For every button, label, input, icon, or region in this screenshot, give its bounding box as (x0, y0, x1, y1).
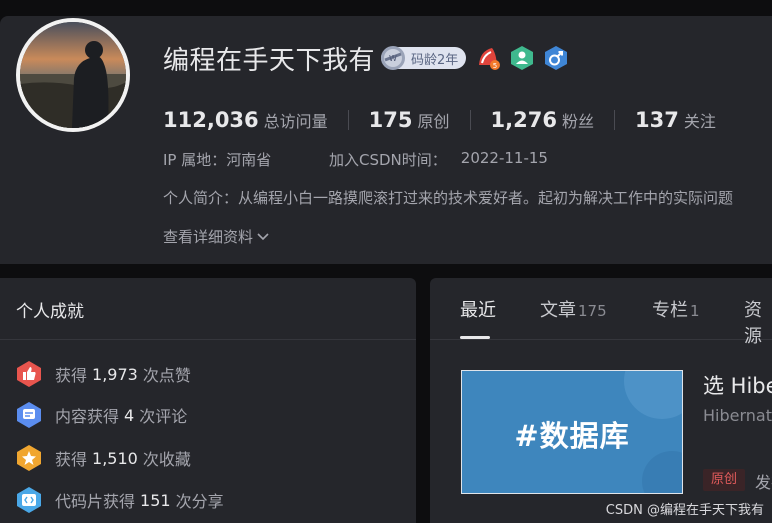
achievement-text: 代码片获得 (55, 492, 136, 511)
tab-label: 最近 (460, 300, 496, 321)
code-age-label: 码龄2年 (411, 52, 459, 68)
achievement-text: 内容获得 (55, 407, 120, 426)
view-details-label: 查看详细资料 (163, 228, 254, 246)
content-tabs: 最近 文章 175 专栏 1 资源 (430, 278, 772, 347)
thumb-up-icon (17, 361, 41, 387)
avatar[interactable] (16, 18, 130, 132)
profile-header: 编程在手天下我有 W 码龄2年 5 112,036 总访问量 175 原创 1,… (0, 16, 772, 264)
stat-divider (469, 110, 471, 130)
stat-number: 175 (368, 108, 413, 132)
stat-divider (613, 110, 615, 130)
achievements-title: 个人成就 (16, 302, 84, 322)
achievement-text: 获得 (55, 366, 88, 385)
chevron-down-icon (257, 232, 269, 240)
join-label: 加入CSDN时间： (329, 151, 447, 169)
achievement-count: 1,973 (92, 364, 138, 384)
content-card: 最近 文章 175 专栏 1 资源 #数据库 选 Hibernate Hiber… (430, 278, 772, 523)
achievement-count: 151 (140, 490, 171, 510)
stat-label: 关注 (683, 112, 716, 131)
name-row: 编程在手天下我有 W 码龄2年 5 (163, 42, 568, 76)
achievement-count: 4 (124, 405, 135, 425)
achievement-text: 次评论 (139, 407, 188, 426)
bio-text: 个人简介：从编程小白一路摸爬滚打过来的技术爱好者。起初为解决工作中的实际问题 (163, 189, 734, 207)
achievement-favorites: 获得 1,510 次收藏 (16, 444, 191, 472)
original-tag: 原创 (703, 469, 745, 491)
stat-label: 粉丝 (561, 112, 594, 131)
achievement-text: 次收藏 (142, 450, 191, 469)
watermark: CSDN @编程在手天下我有 (605, 503, 764, 518)
tab-count: 175 (578, 302, 607, 320)
achievement-count: 1,510 (92, 448, 138, 468)
star-icon (17, 445, 41, 471)
join-date: 2022-11-15 (460, 149, 548, 167)
tab-columns[interactable]: 专栏 1 (652, 296, 700, 322)
article-thumbnail[interactable]: #数据库 (461, 370, 683, 494)
stat-following[interactable]: 137 关注 (635, 108, 716, 132)
tab-count: 1 (690, 302, 700, 320)
profile-meta: IP 属地：河南省 加入CSDN时间： 2022-11-15 (163, 149, 548, 170)
achievement-comments: 内容获得 4 次评论 (16, 401, 187, 429)
active-tab-indicator (460, 336, 490, 339)
divider (0, 339, 416, 340)
stat-label: 总访问量 (263, 112, 328, 131)
male-icon (545, 46, 568, 70)
tab-recent[interactable]: 最近 (460, 296, 496, 322)
stat-number: 1,276 (490, 108, 557, 132)
code-age-badge[interactable]: W 码龄2年 (381, 46, 467, 70)
achievement-shares: 代码片获得 151 次分享 (16, 486, 224, 514)
stats-row: 112,036 总访问量 175 原创 1,276 粉丝 137 关注 (163, 108, 716, 132)
tab-resources[interactable]: 资源 (744, 296, 772, 348)
achievement-text: 获得 (55, 450, 88, 469)
tab-articles[interactable]: 文章 175 (540, 296, 607, 322)
svg-text:5: 5 (493, 62, 497, 70)
user-name: 编程在手天下我有 (163, 45, 376, 76)
comment-icon (17, 402, 41, 428)
thumbnail-text: #数据库 (514, 419, 630, 453)
achievement-likes: 获得 1,973 次点赞 (16, 360, 191, 388)
stat-number: 112,036 (163, 108, 259, 132)
view-details-link[interactable]: 查看详细资料 (163, 226, 270, 247)
creator-icon[interactable] (510, 45, 534, 71)
tab-label: 资源 (744, 300, 762, 347)
article-title[interactable]: 选 Hibernate (703, 370, 772, 400)
achievement-text: 次点赞 (142, 366, 191, 385)
stat-label: 原创 (417, 112, 450, 131)
article-description: Hibernate 表的映射 (703, 406, 772, 425)
achievements-card: 个人成就 获得 1,973 次点赞 内容获得 4 次评论 获得 1,510 次收… (0, 278, 416, 523)
blog-expert-icon[interactable]: 5 (476, 45, 501, 71)
tab-label: 专栏 (652, 300, 688, 321)
stat-visits[interactable]: 112,036 总访问量 (163, 108, 328, 132)
publish-label: 发布 (755, 473, 772, 492)
medal-icon: W (381, 46, 406, 70)
stat-fans[interactable]: 1,276 粉丝 (491, 108, 594, 132)
ip-location: IP 属地：河南省 (163, 151, 272, 169)
tab-label: 文章 (540, 300, 576, 321)
achievement-text: 次分享 (175, 492, 224, 511)
stat-divider (347, 110, 349, 130)
stat-original[interactable]: 175 原创 (369, 108, 450, 132)
profile-page: 编程在手天下我有 W 码龄2年 5 112,036 总访问量 175 原创 1,… (0, 0, 772, 523)
stat-number: 137 (634, 108, 679, 132)
svg-text:W: W (389, 54, 397, 63)
code-icon (17, 487, 41, 513)
